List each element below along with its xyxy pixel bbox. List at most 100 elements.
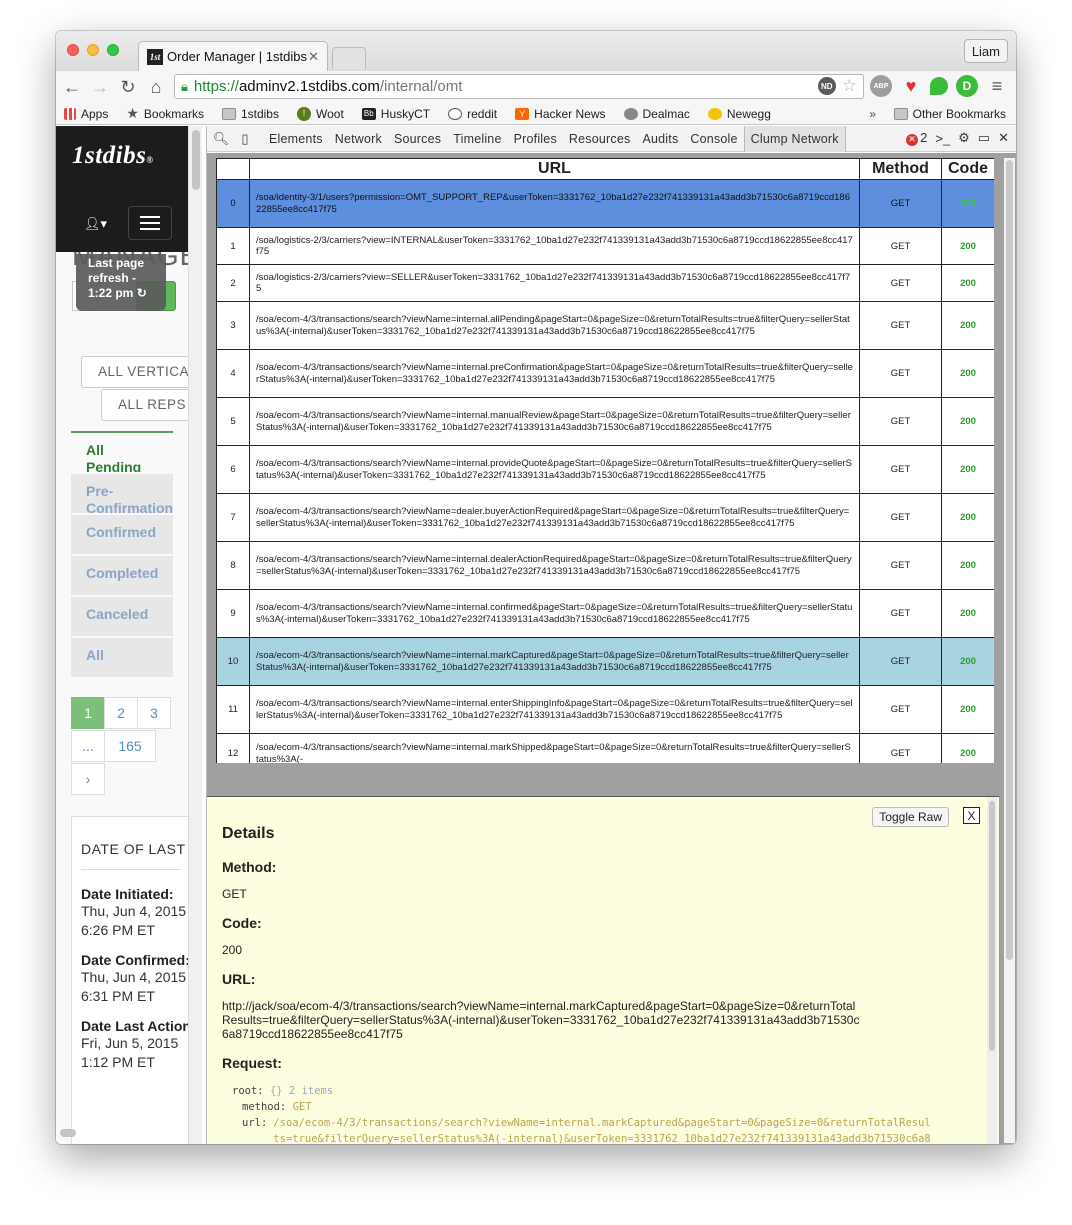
tab-elements[interactable]: Elements — [263, 132, 329, 146]
device-mode-icon[interactable]: ▯ — [235, 131, 255, 147]
header-index — [216, 158, 250, 180]
all-verticals-dropdown[interactable]: ALL VERTICALS — [81, 356, 202, 388]
row-code: 200 — [941, 264, 994, 302]
page-scrollbar[interactable] — [188, 126, 202, 1144]
devtools-close-icon[interactable]: ✕ — [998, 130, 1009, 146]
row-url: /soa/ecom-4/3/transactions/search?viewNa… — [249, 397, 860, 446]
reload-icon[interactable]: ↻ — [116, 77, 140, 98]
toggle-raw-button[interactable]: Toggle Raw — [872, 807, 949, 827]
request-row[interactable]: 3/soa/ecom-4/3/transactions/search?viewN… — [216, 301, 994, 350]
menu-icon[interactable]: ≡ — [986, 75, 1008, 97]
address-bar[interactable]: 🔒︎ https://adminv2.1stdibs.com/internal/… — [174, 74, 864, 99]
row-url: /soa/ecom-4/3/transactions/search?viewNa… — [249, 493, 860, 542]
status-completed[interactable]: Completed — [71, 556, 173, 595]
bookmark-reddit[interactable]: reddit — [448, 107, 497, 121]
tab-clump-network[interactable]: Clump Network — [743, 125, 846, 152]
tab-close-icon[interactable]: ✕ — [308, 49, 319, 65]
all-reps-dropdown[interactable]: ALL REPS — [101, 389, 202, 421]
request-row[interactable]: 5/soa/ecom-4/3/transactions/search?viewN… — [216, 397, 994, 446]
bookmark-huskyct[interactable]: Bb HuskyCT — [361, 107, 430, 121]
site-logo[interactable]: 1stdibs® — [72, 142, 154, 170]
page-1[interactable]: 1 — [71, 697, 105, 729]
hamburger-menu-button[interactable] — [128, 206, 172, 240]
header-method: Method — [859, 158, 942, 180]
bookmark-hacker-news[interactable]: Y Hacker News — [515, 107, 606, 121]
url-value: http://jack/soa/ecom-4/3/transactions/se… — [222, 999, 860, 1041]
request-row[interactable]: 8/soa/ecom-4/3/transactions/search?viewN… — [216, 541, 994, 590]
back-arrow-icon[interactable]: ← — [60, 77, 84, 98]
browser-tab[interactable]: 1st Order Manager | 1stdibs ✕ — [138, 41, 328, 71]
row-method: GET — [859, 493, 942, 542]
request-row[interactable]: 1/soa/logistics-2/3/carriers?view=INTERN… — [216, 227, 994, 265]
home-icon[interactable]: ⌂ — [144, 77, 168, 98]
url-scheme: https:// — [193, 78, 239, 95]
window-maximize-button[interactable] — [107, 44, 119, 56]
console-drawer-icon[interactable]: >_ — [935, 131, 950, 146]
bookmark-woot[interactable]: ! Woot — [296, 106, 344, 121]
window-minimize-button[interactable] — [87, 44, 99, 56]
chat-extension-icon[interactable] — [930, 77, 948, 95]
devtools-panel: 🔍︎ ▯ Elements Network Sources Timeline P… — [206, 125, 1016, 1144]
request-row[interactable]: 4/soa/ecom-4/3/transactions/search?viewN… — [216, 349, 994, 398]
request-row[interactable]: 10/soa/ecom-4/3/transactions/search?view… — [216, 637, 994, 686]
bookmark-other[interactable]: Other Bookmarks — [893, 107, 1006, 121]
error-count[interactable]: ✕ 2 — [906, 130, 927, 146]
row-index: 12 — [216, 733, 250, 763]
tab-audits[interactable]: Audits — [636, 132, 684, 146]
status-all-pending[interactable]: All Pending — [71, 433, 173, 472]
request-row[interactable]: 11/soa/ecom-4/3/transactions/search?view… — [216, 685, 994, 734]
adblock-icon[interactable]: ABP — [870, 75, 892, 97]
tab-sources[interactable]: Sources — [388, 132, 447, 146]
page-165[interactable]: 165 — [104, 730, 156, 762]
profile-button[interactable]: Liam — [963, 39, 1008, 63]
tab-network[interactable]: Network — [329, 132, 388, 146]
row-index: 2 — [216, 264, 250, 302]
bookmark-newegg[interactable]: Newegg — [707, 107, 771, 121]
new-tab-button[interactable] — [332, 47, 366, 69]
page-2[interactable]: 2 — [104, 697, 138, 729]
bookmark-bookmarks[interactable]: ★ Bookmarks — [126, 105, 204, 122]
next-page-chevron-icon[interactable]: › — [71, 763, 105, 795]
row-url: /soa/logistics-2/3/carriers?view=INTERNA… — [249, 227, 860, 265]
request-row[interactable]: 9/soa/ecom-4/3/transactions/search?viewN… — [216, 589, 994, 638]
settings-gear-icon[interactable]: ⚙ — [958, 130, 970, 146]
user-menu-icon[interactable]: 👤︎▾ — [84, 216, 107, 232]
bookmark-dealmac[interactable]: Dealmac — [623, 107, 690, 121]
tab-console[interactable]: Console — [684, 132, 743, 146]
bookmark-1stdibs[interactable]: 1stdibs — [221, 107, 279, 121]
browser-window: 1st Order Manager | 1stdibs ✕ Liam ← → ↻… — [56, 31, 1016, 1144]
tab-resources[interactable]: Resources — [563, 132, 637, 146]
horizontal-scrollbar[interactable] — [60, 1129, 76, 1137]
status-confirmed[interactable]: Confirmed — [71, 515, 173, 554]
page-content: MANAGE 1stdibs® 👤︎▾ Last page refresh - … — [56, 126, 202, 1144]
bookmark-star-icon[interactable]: ☆ — [842, 77, 857, 95]
dock-side-icon[interactable]: ▭ — [978, 130, 990, 146]
bookmark-apps[interactable]: Apps — [64, 107, 108, 121]
request-row[interactable]: 7/soa/ecom-4/3/transactions/search?viewN… — [216, 493, 994, 542]
json-method-row: method: GET — [242, 1101, 312, 1113]
heart-extension-icon[interactable]: ♥ — [900, 75, 922, 97]
request-row[interactable]: 0/soa/identity-3/1/users?permission=OMT_… — [216, 179, 994, 228]
status-canceled[interactable]: Canceled — [71, 597, 173, 636]
status-pre-confirmation[interactable]: Pre-Confirmation — [71, 474, 173, 513]
request-row[interactable]: 6/soa/ecom-4/3/transactions/search?viewN… — [216, 445, 994, 494]
row-url: /soa/logistics-2/3/carriers?view=SELLER&… — [249, 264, 860, 302]
devtools-scrollbar[interactable] — [1004, 158, 1015, 1143]
date-initiated-label: Date Initiated: — [81, 886, 174, 902]
status-all[interactable]: All — [71, 638, 173, 677]
request-row[interactable]: 12/soa/ecom-4/3/transactions/search?view… — [216, 733, 994, 763]
close-details-button[interactable]: X — [963, 807, 980, 824]
inspect-search-icon[interactable]: 🔍︎ — [211, 131, 231, 147]
forward-arrow-icon[interactable]: → — [88, 77, 112, 98]
tab-profiles[interactable]: Profiles — [508, 132, 563, 146]
window-close-button[interactable] — [67, 44, 79, 56]
details-scrollbar[interactable] — [987, 797, 997, 1144]
tab-timeline[interactable]: Timeline — [447, 132, 507, 146]
json-root-row[interactable]: root: {} 2 items — [232, 1083, 984, 1099]
nd-extension-icon[interactable]: ND — [817, 77, 836, 95]
page-3[interactable]: 3 — [137, 697, 171, 729]
row-index: 10 — [216, 637, 250, 686]
request-row[interactable]: 2/soa/logistics-2/3/carriers?view=SELLER… — [216, 264, 994, 302]
d-extension-icon[interactable]: D — [956, 75, 978, 97]
bookmarks-overflow-chevron[interactable]: » — [869, 107, 876, 121]
